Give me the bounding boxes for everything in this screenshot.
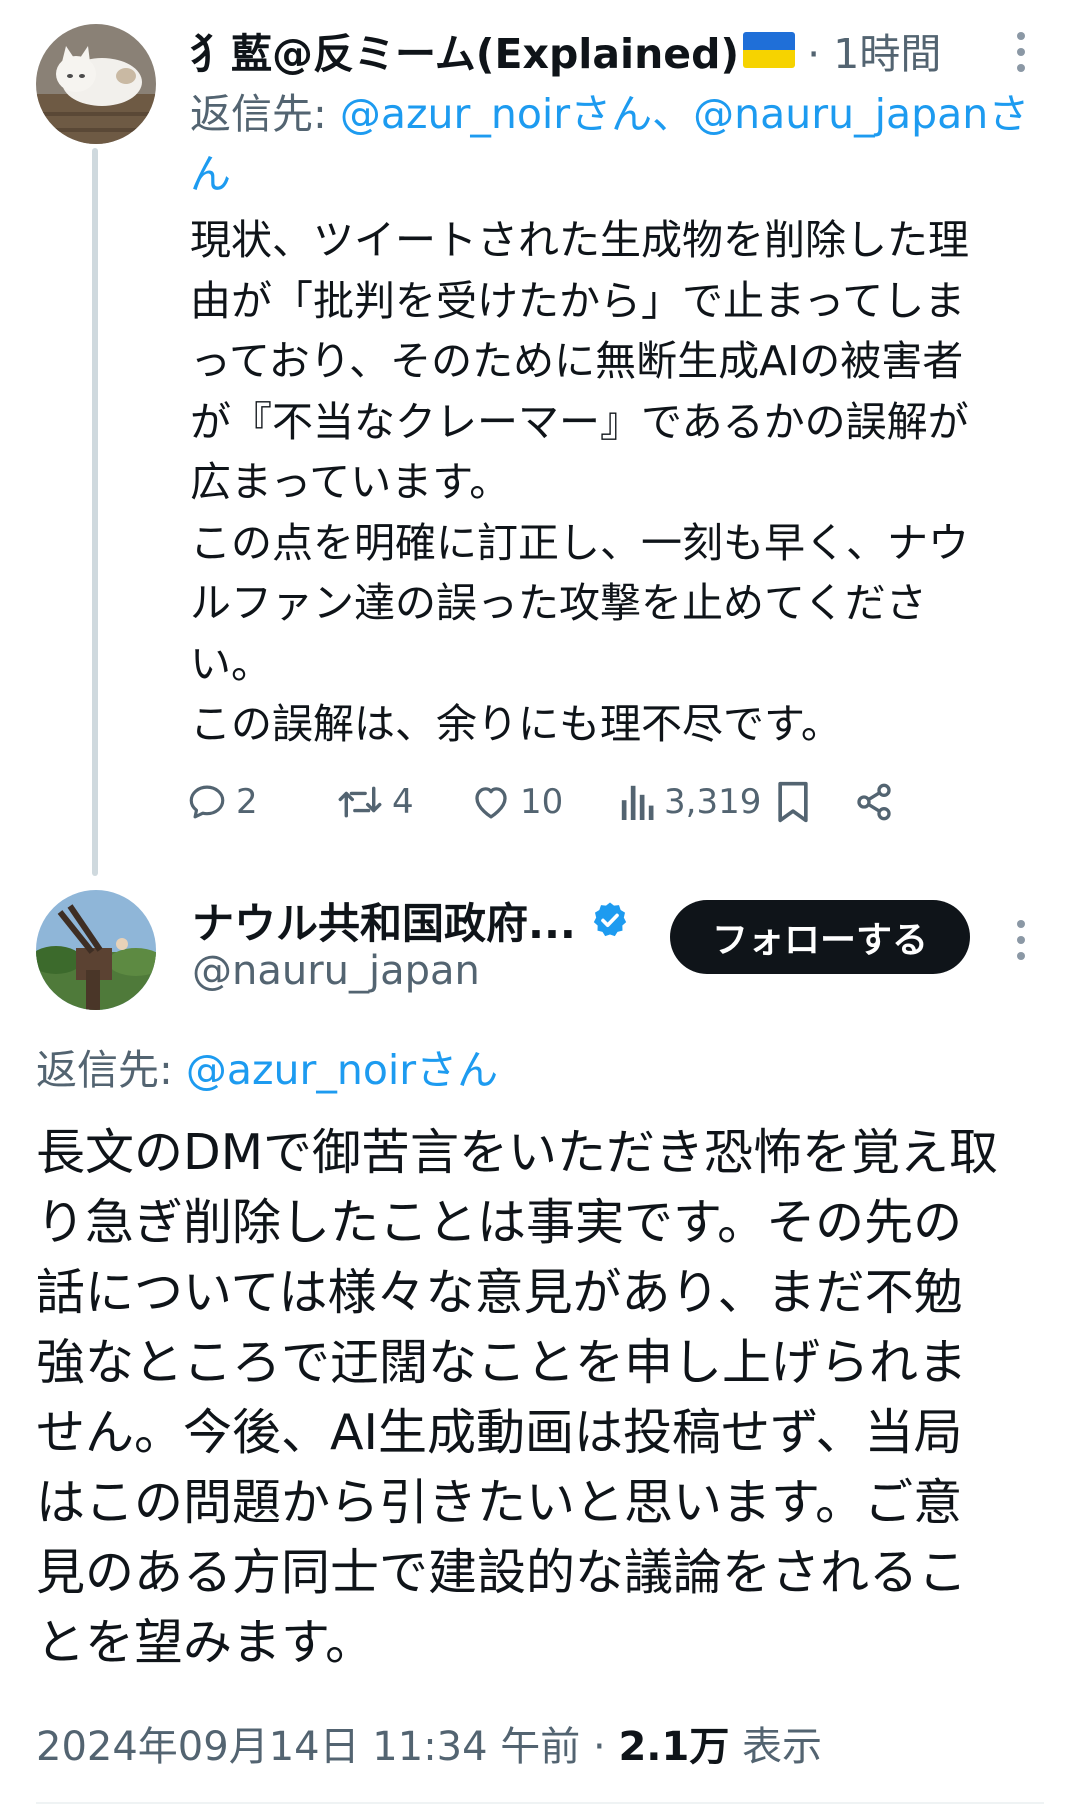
- tweet1-action-bar: 2 4 10 3,319: [186, 772, 1036, 832]
- bookmark-icon: [778, 781, 808, 823]
- ukraine-flag-icon: [743, 32, 796, 68]
- retweet-icon: [338, 786, 382, 818]
- anti-aircraft-gun-avatar-icon: [36, 890, 156, 1010]
- heart-icon: [475, 787, 507, 819]
- views-chart-icon: [621, 785, 654, 820]
- retweet-button[interactable]: 4: [336, 772, 414, 832]
- share-icon: [857, 783, 891, 821]
- reply-count: 2: [236, 782, 258, 822]
- views-count: 3,319: [664, 782, 762, 822]
- like-button[interactable]: 10: [470, 772, 563, 832]
- reply-icon: [189, 785, 225, 819]
- views-button[interactable]: 3,319: [620, 772, 761, 832]
- avatar[interactable]: [36, 24, 156, 144]
- tweet1-timestamp[interactable]: · 1時間: [807, 20, 941, 80]
- tweet1-header: 犭藍@反ミーム(Explained) · 1時間: [190, 18, 941, 82]
- more-options-icon[interactable]: [1014, 920, 1028, 960]
- follow-button[interactable]: フォローする: [670, 900, 970, 974]
- reply-to-label: 返信先:: [190, 90, 340, 138]
- tweet1-body: 現状、ツイートされた生成物を削除した理 由が「批判を受けたから」で止まってしま …: [190, 216, 969, 748]
- share-button[interactable]: [854, 772, 894, 832]
- divider: [36, 1802, 1044, 1804]
- more-options-icon[interactable]: [1014, 32, 1028, 72]
- cat-avatar-icon: [36, 24, 156, 144]
- reply-button[interactable]: 2: [186, 772, 258, 832]
- tweet2-handle[interactable]: @nauru_japan: [192, 948, 480, 994]
- reply-to-label: 返信先:: [36, 1046, 186, 1094]
- verified-badge-icon: [593, 902, 627, 937]
- reply-to-mention[interactable]: @azur_noirさん: [186, 1046, 498, 1094]
- tweet2-author-name[interactable]: ナウル共和国政府...: [192, 890, 576, 951]
- tweet1-reply-to: 返信先: @azur_noirさん、@nauru_japanさん: [190, 84, 1040, 204]
- like-count: 10: [520, 782, 564, 822]
- avatar[interactable]: [36, 890, 156, 1010]
- meta-separator: ·: [580, 1724, 619, 1770]
- tweet2-views-count: 2.1万: [618, 1724, 730, 1770]
- tweet2-author-name-row[interactable]: ナウル共和国政府...: [192, 890, 630, 950]
- tweet1-author-name[interactable]: 犭藍@反ミーム(Explained): [190, 20, 739, 80]
- tweet2-date[interactable]: 2024年09月14日 11:34 午前: [36, 1724, 580, 1770]
- tweet2-reply-to: 返信先: @azur_noirさん: [36, 1036, 498, 1096]
- tweet2-body: 長文のDMで御苦言をいただき恐怖を覚え取 り急ぎ削除したことは事実です。その先の…: [36, 1124, 999, 1671]
- bookmark-button[interactable]: [774, 772, 812, 832]
- tweet2-meta: 2024年09月14日 11:34 午前 · 2.1万 表示: [36, 1714, 822, 1772]
- retweet-count: 4: [392, 782, 414, 822]
- tweet2-views-label: 表示: [729, 1724, 823, 1770]
- thread-connector-line: [92, 148, 98, 876]
